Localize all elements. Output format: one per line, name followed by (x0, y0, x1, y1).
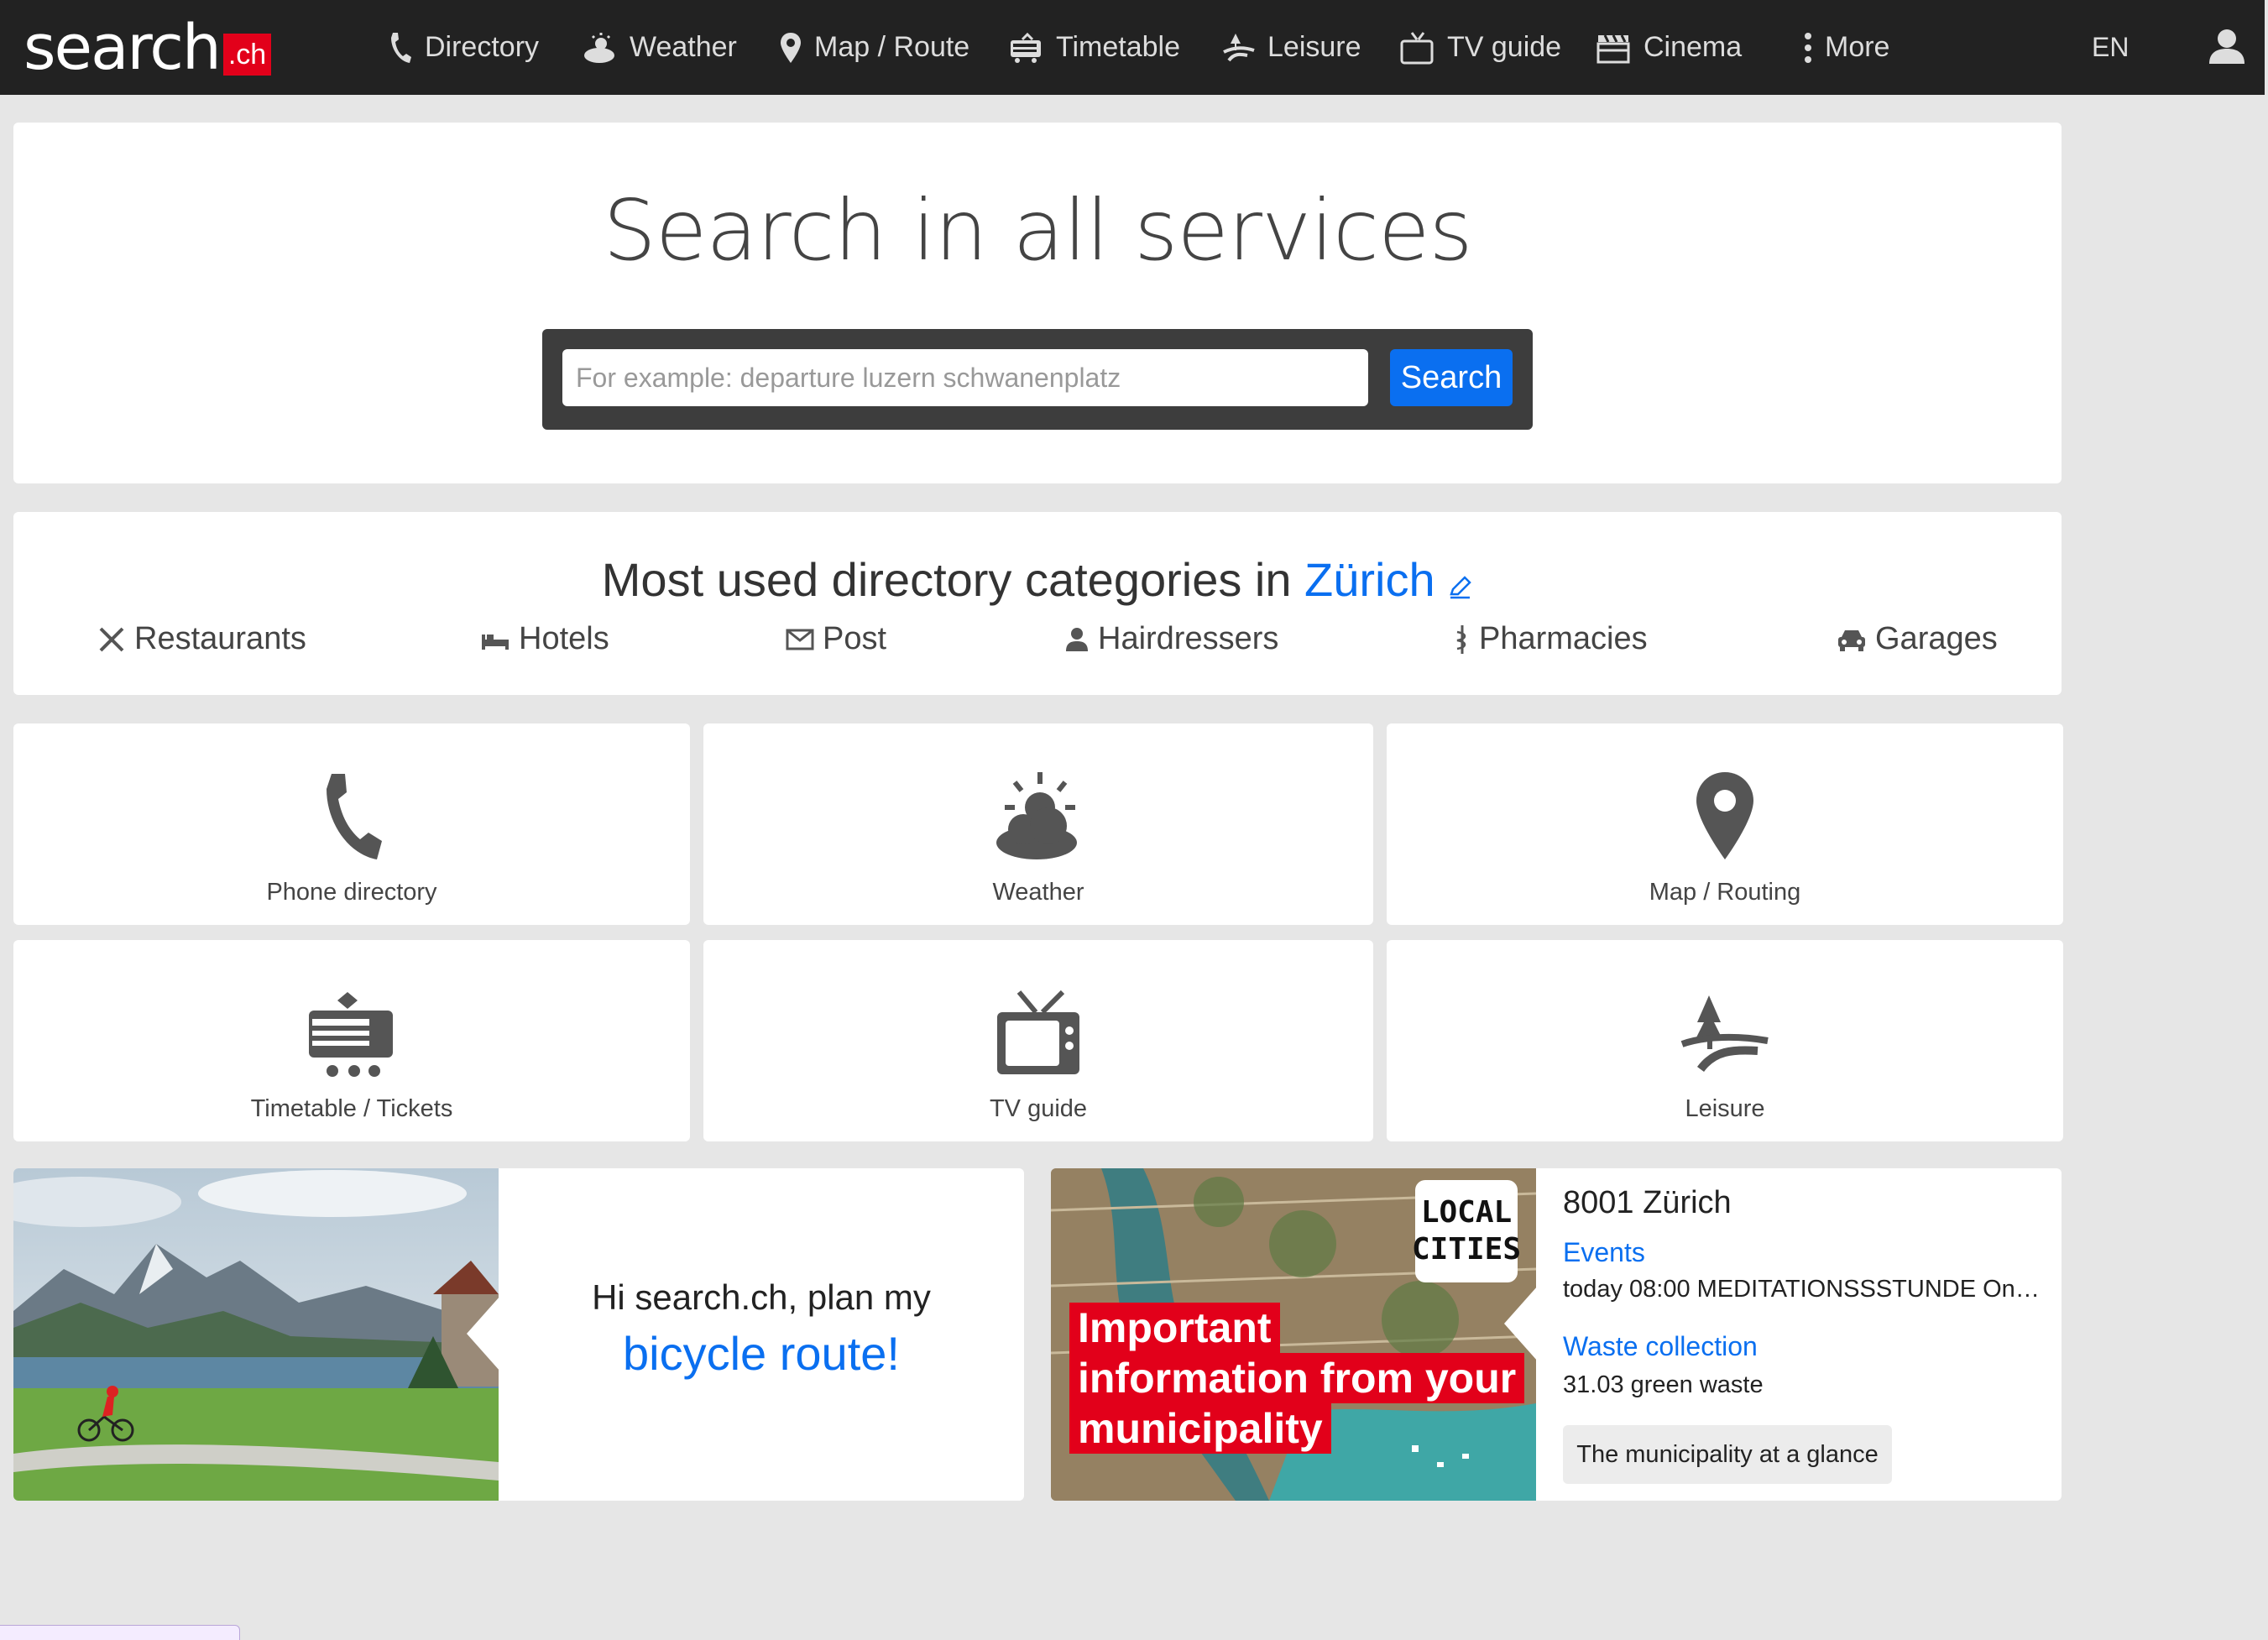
category-label: Restaurants (134, 621, 306, 656)
caduceus-icon (1456, 624, 1466, 654)
tile-tv-guide[interactable]: TV guide (703, 940, 1373, 1141)
weather-icon (996, 772, 1077, 859)
local-city-name: 8001 Zürich (1563, 1185, 1732, 1220)
nav-label: More (1825, 31, 1890, 63)
category-hotels[interactable]: Hotels (480, 621, 609, 657)
map-pin-icon (781, 32, 801, 63)
tile-label: TV guide (989, 1095, 1088, 1122)
categories-title-prefix: Most used directory categories in (601, 553, 1305, 606)
bicycle-landscape-image (13, 1168, 499, 1501)
banner-line: information from your (1069, 1353, 1525, 1403)
tile-timetable-tickets[interactable]: Timetable / Tickets (13, 940, 690, 1141)
train-icon (309, 992, 393, 1077)
bed-icon (482, 634, 509, 650)
edit-pencil-icon[interactable] (1448, 574, 1473, 599)
search-ch-logo[interactable]: search .ch (24, 12, 272, 84)
nav-item-more[interactable]: More (1803, 0, 1889, 95)
tile-leisure[interactable]: Leisure (1387, 940, 2063, 1141)
badge-line1: LOCAL (1420, 1195, 1513, 1230)
tile-label: Weather (992, 879, 1084, 906)
speech-arrow (467, 1296, 500, 1371)
promo-link[interactable]: bicycle route! (499, 1326, 1024, 1381)
category-label: Post (823, 621, 887, 656)
tv-icon (1400, 31, 1434, 64)
speech-arrow (1504, 1286, 1538, 1361)
search-form: Search (542, 329, 1533, 430)
categories-title: Most used directory categories in Zürich (13, 552, 2062, 607)
tile-label: Leisure (1685, 1095, 1765, 1122)
phone-icon (327, 774, 382, 859)
waste-collection-text: 31.03 green waste (1563, 1371, 1764, 1398)
city-link[interactable]: Zürich (1304, 553, 1435, 606)
language-selector[interactable]: EN (2092, 0, 2129, 95)
nav-item-weather[interactable]: Weather (583, 0, 737, 95)
badge-line2: CITIES (1411, 1232, 1522, 1267)
phone-icon (391, 32, 411, 63)
bicycle-route-promo[interactable]: Hi search.ch, plan my bicycle route! (13, 1168, 1024, 1501)
hero-search-card: Search in all services Search (13, 123, 2062, 483)
nav-label: Weather (630, 31, 737, 63)
user-icon[interactable] (2208, 27, 2246, 65)
more-icon (1805, 32, 1811, 63)
status-url-pill (0, 1625, 240, 1640)
tile-phone-directory[interactable]: Phone directory (13, 723, 690, 925)
banner-line: municipality (1069, 1403, 1331, 1454)
municipality-overview-button[interactable]: The municipality at a glance (1563, 1425, 1892, 1484)
clapperboard-icon (1596, 34, 1630, 63)
category-label: Pharmacies (1479, 621, 1648, 656)
directory-categories-card: Most used directory categories in Zürich… (13, 512, 2062, 695)
nav-label: Leisure (1267, 31, 1361, 63)
train-icon (1011, 32, 1041, 63)
search-button[interactable]: Search (1390, 349, 1513, 406)
events-link[interactable]: Events (1563, 1237, 1645, 1268)
map-pin-icon (1696, 772, 1753, 859)
bicycle-promo-text: Hi search.ch, plan my bicycle route! (499, 1277, 1024, 1381)
local-cities-card: LOCAL CITIES Important information from … (1051, 1168, 2062, 1501)
category-hairdressers[interactable]: Hairdressers (1064, 621, 1278, 657)
nav-item-cinema[interactable]: Cinema (1596, 0, 1742, 95)
banner-line: Important (1069, 1303, 1280, 1353)
category-restaurants[interactable]: Restaurants (97, 621, 306, 657)
nav-label: TV guide (1447, 31, 1562, 63)
person-icon (1066, 627, 1088, 651)
nav-label: Directory (425, 31, 540, 63)
nav-item-map-route[interactable]: Map / Route (779, 0, 969, 95)
category-garages[interactable]: Garages (1837, 621, 1998, 657)
envelope-icon (786, 629, 814, 650)
nav-item-tv-guide[interactable]: TV guide (1400, 0, 1561, 95)
category-post[interactable]: Post (786, 621, 886, 657)
category-label: Garages (1875, 621, 1998, 656)
car-icon (1838, 629, 1865, 651)
cutlery-icon (99, 627, 124, 651)
category-label: Hotels (519, 621, 609, 656)
local-cities-badge: LOCAL CITIES (1411, 1180, 1522, 1282)
tile-label: Map / Routing (1649, 879, 1801, 906)
tile-map-routing[interactable]: Map / Routing (1387, 723, 2063, 925)
logo-text: search (24, 12, 222, 84)
nav-item-directory[interactable]: Directory (388, 0, 539, 95)
events-text: today 08:00 MEDITATIONSSSTUNDE Onlin... (1563, 1276, 2045, 1303)
page-title: Search in all services (603, 181, 1472, 279)
nav-label: Cinema (1644, 31, 1743, 63)
leisure-icon (1223, 33, 1255, 61)
nav-label: Map / Route (814, 31, 970, 63)
nav-item-leisure[interactable]: Leisure (1222, 0, 1361, 95)
search-input[interactable] (562, 349, 1368, 406)
category-pharmacies[interactable]: Pharmacies (1454, 621, 1648, 657)
logo-suffix: .ch (222, 34, 272, 76)
promo-line1: Hi search.ch, plan my (592, 1277, 931, 1317)
nav-item-timetable[interactable]: Timetable (1009, 0, 1180, 95)
top-navigation-bar: search .ch Directory Weather Map / Route… (0, 0, 2265, 95)
tile-label: Phone directory (266, 879, 437, 906)
nav-label: Timetable (1056, 31, 1181, 63)
tile-label: Timetable / Tickets (250, 1095, 453, 1122)
tile-weather[interactable]: Weather (703, 723, 1373, 925)
tv-icon (997, 990, 1079, 1074)
weather-icon (584, 32, 614, 63)
category-label: Hairdressers (1098, 621, 1279, 656)
leisure-icon (1680, 995, 1769, 1073)
waste-collection-link[interactable]: Waste collection (1563, 1331, 1758, 1362)
